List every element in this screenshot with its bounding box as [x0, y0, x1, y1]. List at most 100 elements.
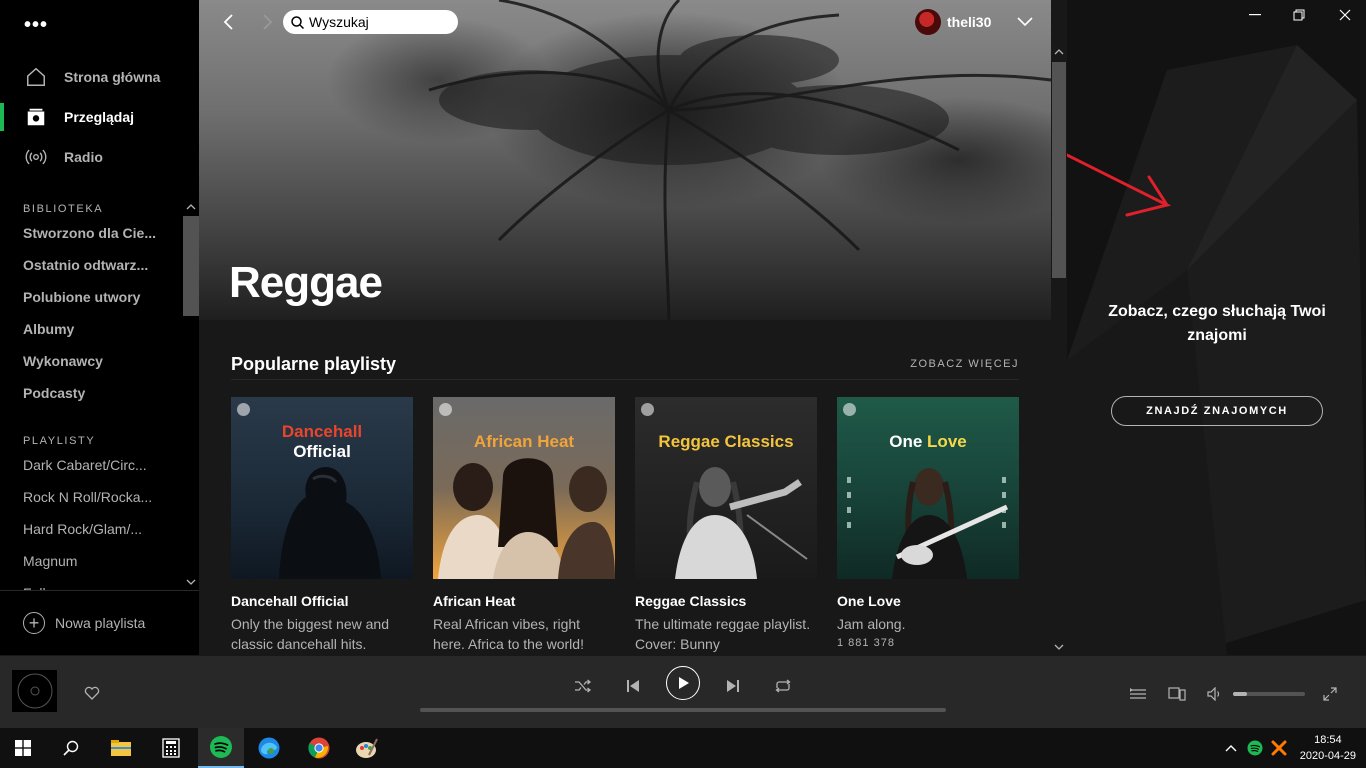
back-arrow-icon[interactable]: [217, 10, 239, 34]
sidebar-scroll-thumb[interactable]: [183, 216, 199, 316]
artist-photo: [847, 468, 1009, 579]
heart-icon[interactable]: [84, 686, 100, 703]
system-clock[interactable]: 18:54 2020-04-29: [1300, 732, 1356, 764]
volume-icon[interactable]: [1205, 684, 1225, 704]
player-bar: [0, 655, 1366, 728]
playlist-item[interactable]: Dark Cabaret/Circ...: [23, 457, 173, 473]
next-track-icon[interactable]: [717, 670, 749, 702]
avatar[interactable]: [915, 9, 941, 35]
playlist-card-african-heat[interactable]: African Heat African Heat Real African v…: [433, 397, 615, 654]
tray-antivirus-icon[interactable]: [1269, 738, 1289, 758]
chrome-browser-icon[interactable]: [296, 728, 342, 768]
playlist-name[interactable]: Dancehall Official: [231, 593, 413, 609]
tray-spotify-icon[interactable]: [1245, 738, 1265, 758]
restore-icon[interactable]: [1287, 6, 1311, 24]
playlist-name[interactable]: One Love: [837, 593, 1019, 609]
spotify-taskbar-icon[interactable]: [198, 728, 244, 768]
chevron-down-icon[interactable]: [1017, 17, 1033, 27]
playlist-item[interactable]: Magnum: [23, 553, 173, 569]
volume-level: [1233, 692, 1248, 696]
nav-browse[interactable]: Przeglądaj: [0, 99, 199, 135]
library-liked-songs[interactable]: Polubione utwory: [23, 289, 173, 305]
playlist-name[interactable]: African Heat: [433, 593, 615, 609]
file-explorer-icon[interactable]: [98, 728, 144, 768]
main-scroll-thumb[interactable]: [1052, 62, 1066, 278]
nav-radio-label: Radio: [64, 149, 103, 165]
playlist-name[interactable]: Reggae Classics: [635, 593, 817, 609]
nav-home-label: Strona główna: [64, 69, 161, 85]
library-albums[interactable]: Albumy: [23, 321, 173, 337]
history-nav: [217, 10, 279, 34]
playlist-card-dancehall-official[interactable]: Dancehall Official Dancehall Official On…: [231, 397, 413, 654]
nav-home[interactable]: Strona główna: [0, 59, 199, 95]
edge-browser-icon[interactable]: [246, 728, 292, 768]
scroll-down-icon[interactable]: [1054, 643, 1064, 651]
spotify-logo-icon: [439, 403, 452, 416]
tray-chevron-up-icon[interactable]: [1221, 738, 1241, 758]
artist-photo: [675, 467, 808, 579]
cover-title-line2: Official: [293, 442, 351, 461]
browse-icon: [24, 105, 48, 129]
playlist-item[interactable]: Hard Rock/Glam/...: [23, 521, 173, 537]
menu-dots-icon[interactable]: •••: [24, 14, 48, 37]
cover-title: Reggae Classics: [658, 432, 794, 451]
library-recently-played[interactable]: Ostatnio odtwarz...: [23, 257, 173, 273]
spotify-logo-icon: [237, 403, 250, 416]
new-playlist-button[interactable]: + Nowa playlista: [0, 590, 199, 655]
minimize-icon[interactable]: [1243, 6, 1267, 24]
friend-activity-heading: Zobacz, czego słuchają Twoi znajomi: [1108, 303, 1326, 344]
see-more-link[interactable]: ZOBACZ WIĘCEJ: [910, 358, 1019, 370]
cover-title-one: One: [889, 432, 928, 451]
playlist-description: Jam along.: [837, 616, 906, 632]
playlist-description: Real African vibes, right here. Africa t…: [433, 616, 584, 652]
home-icon: [24, 65, 48, 89]
scroll-up-icon[interactable]: [186, 203, 196, 211]
play-icon: [679, 677, 689, 689]
volume-slider[interactable]: [1233, 692, 1305, 696]
library-podcasts[interactable]: Podcasty: [23, 385, 173, 401]
playlist-cover[interactable]: One Love: [837, 397, 1019, 579]
playlist-item[interactable]: Rock N Roll/Rocka...: [23, 489, 173, 505]
genre-hero-image: Reggae: [199, 0, 1051, 320]
shuffle-icon[interactable]: [567, 670, 599, 702]
playlist-cover[interactable]: Dancehall Official: [231, 397, 413, 579]
main-scrollbar[interactable]: [1051, 44, 1067, 655]
windows-start-icon[interactable]: [0, 728, 46, 768]
cover-title-line1: Dancehall: [281, 422, 363, 441]
playlist-description: The ultimate reggae playlist. Cover: Bun…: [635, 616, 811, 652]
close-icon[interactable]: [1333, 6, 1357, 24]
library-artists[interactable]: Wykonawcy: [23, 353, 173, 369]
devices-icon[interactable]: [1167, 684, 1187, 704]
fullscreen-icon[interactable]: [1320, 684, 1340, 704]
clock-date: 2020-04-29: [1299, 750, 1356, 762]
sidebar-scrollbar[interactable]: [183, 200, 199, 590]
sidebar: ••• Strona główna Przeglądaj Radio BIBLI…: [0, 0, 199, 655]
playlist-card-reggae-classics[interactable]: Reggae Classics Reggae Classics The ulti…: [635, 397, 817, 654]
playback-progress-bar[interactable]: [420, 708, 946, 712]
radio-icon: [24, 145, 48, 169]
paint-app-icon[interactable]: [344, 728, 390, 768]
now-playing-cover[interactable]: [12, 670, 57, 712]
find-friends-button[interactable]: ZNAJDŹ ZNAJOMYCH: [1111, 396, 1323, 426]
playlist-cover[interactable]: Reggae Classics: [635, 397, 817, 579]
windows-taskbar: 18:54 2020-04-29: [0, 728, 1366, 768]
calculator-icon[interactable]: [148, 728, 194, 768]
library-header: BIBLIOTEKA: [23, 203, 104, 215]
previous-track-icon[interactable]: [617, 670, 649, 702]
playlist-cover[interactable]: African Heat: [433, 397, 615, 579]
scroll-up-icon[interactable]: [1054, 48, 1064, 56]
forward-arrow-icon[interactable]: [257, 10, 279, 34]
nav-radio[interactable]: Radio: [0, 139, 199, 175]
new-playlist-label: Nowa playlista: [55, 615, 146, 631]
play-button[interactable]: [666, 666, 700, 700]
search-box[interactable]: [283, 10, 458, 34]
library-made-for-you[interactable]: Stworzono dla Cie...: [23, 225, 173, 241]
repeat-icon[interactable]: [767, 670, 799, 702]
user-menu[interactable]: theli30: [915, 9, 1033, 35]
search-input[interactable]: [309, 14, 449, 30]
queue-icon[interactable]: [1128, 684, 1148, 704]
main-content: Reggae theli30 Popularne playlisty ZOBAC…: [199, 0, 1067, 655]
taskbar-search-icon[interactable]: [48, 728, 94, 768]
scroll-down-icon[interactable]: [186, 578, 196, 586]
playlist-card-one-love[interactable]: One Love One Love Jam along. 1 881 378: [837, 397, 1019, 649]
